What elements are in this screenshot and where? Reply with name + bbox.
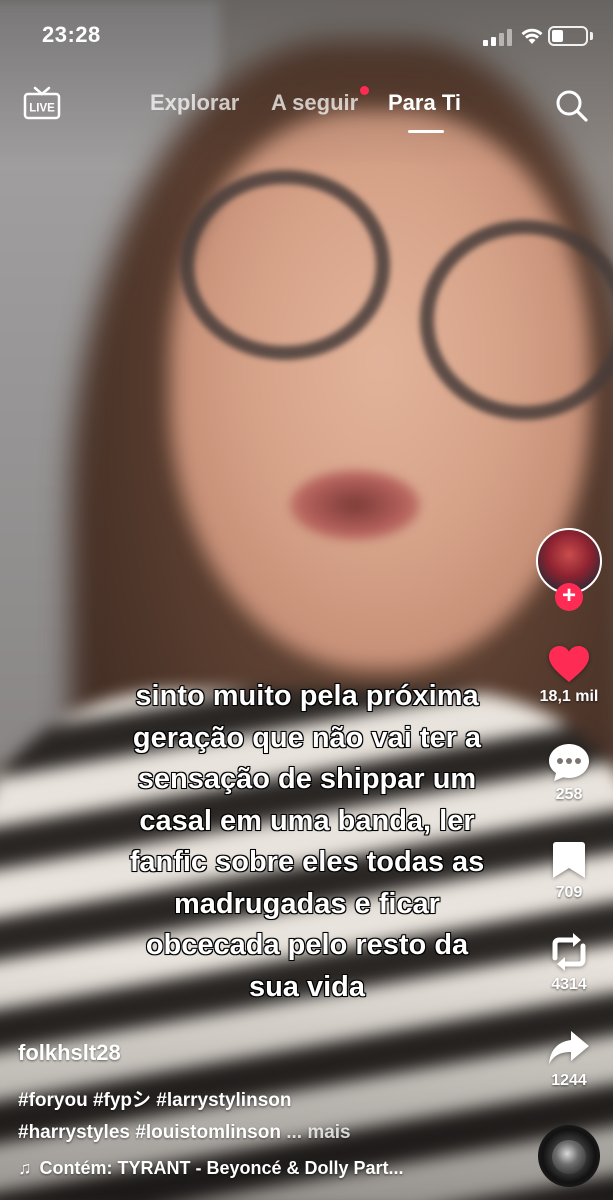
follow-button[interactable]: + [555, 583, 583, 611]
battery-level [552, 30, 563, 42]
caption-line: fanfic sobre eles todas as [129, 845, 485, 878]
comment-button[interactable]: 258 [532, 742, 606, 804]
status-bar: 23:28 [0, 0, 613, 70]
caption-line: geração que não vai ter a [132, 721, 482, 754]
share-button[interactable]: 1244 [532, 1028, 606, 1090]
like-button[interactable]: 18,1 mil [532, 644, 606, 706]
caption-line: sinto muito pela próxima [135, 679, 480, 712]
caption-line: casal em uma banda, ler [139, 804, 476, 837]
more-link[interactable]: ... mais [286, 1122, 350, 1143]
creator-avatar-group: + [536, 528, 602, 612]
bookmark-icon [553, 842, 585, 878]
bookmark-count: 709 [555, 884, 583, 901]
video-frame[interactable] [0, 0, 613, 1200]
like-count: 18,1 mil [539, 688, 599, 705]
music-note-icon: ♫ [18, 1158, 32, 1178]
notification-dot [360, 86, 369, 95]
caption-line: sua vida [248, 970, 366, 1003]
signal-icon [483, 28, 513, 46]
caption-line: sensação de shippar um [137, 762, 477, 795]
music-title: Contém: TYRANT - Beyoncé & Dolly Part... [39, 1158, 404, 1178]
battery-tip [590, 32, 593, 40]
comment-icon [549, 744, 589, 781]
share-count: 1244 [551, 1072, 587, 1089]
description-hashtags[interactable]: #harrystyles #louistomlinson [18, 1122, 281, 1143]
video-caption: sinto muito pela próxima geração que não… [100, 676, 514, 1008]
comment-count: 258 [555, 786, 583, 803]
music-info[interactable]: ♫ Contém: TYRANT - Beyoncé & Dolly Part..… [18, 1158, 404, 1179]
tab-para-ti[interactable]: Para Ti [388, 90, 461, 116]
top-tabs: Explorar A seguir Para Ti [0, 90, 613, 130]
status-time: 23:28 [42, 22, 101, 47]
post-description-line[interactable]: #foryou #fypシ #larrystylinson [18, 1085, 518, 1112]
wifi-icon [521, 28, 543, 44]
caption-line: madrugadas e ficar [173, 887, 440, 920]
battery-icon [548, 26, 588, 46]
repost-button[interactable]: 4314 [532, 932, 606, 994]
caption-line: obcecada pelo resto da [145, 928, 469, 961]
video-vignette [0, 0, 613, 1200]
post-description-line[interactable]: #harrystyles #louistomlinson ... mais [18, 1122, 518, 1144]
active-tab-indicator [408, 130, 444, 133]
music-cover-art [552, 1140, 586, 1174]
repost-count: 4314 [551, 976, 587, 993]
tab-a-seguir[interactable]: A seguir [271, 90, 358, 116]
repost-icon [552, 933, 586, 971]
share-arrow-icon [549, 1031, 589, 1064]
heart-icon [549, 646, 589, 682]
bookmark-button[interactable]: 709 [532, 840, 606, 902]
tab-explorar[interactable]: Explorar [150, 90, 239, 116]
creator-username[interactable]: folkhslt28 [18, 1040, 121, 1066]
search-icon[interactable] [554, 88, 590, 124]
